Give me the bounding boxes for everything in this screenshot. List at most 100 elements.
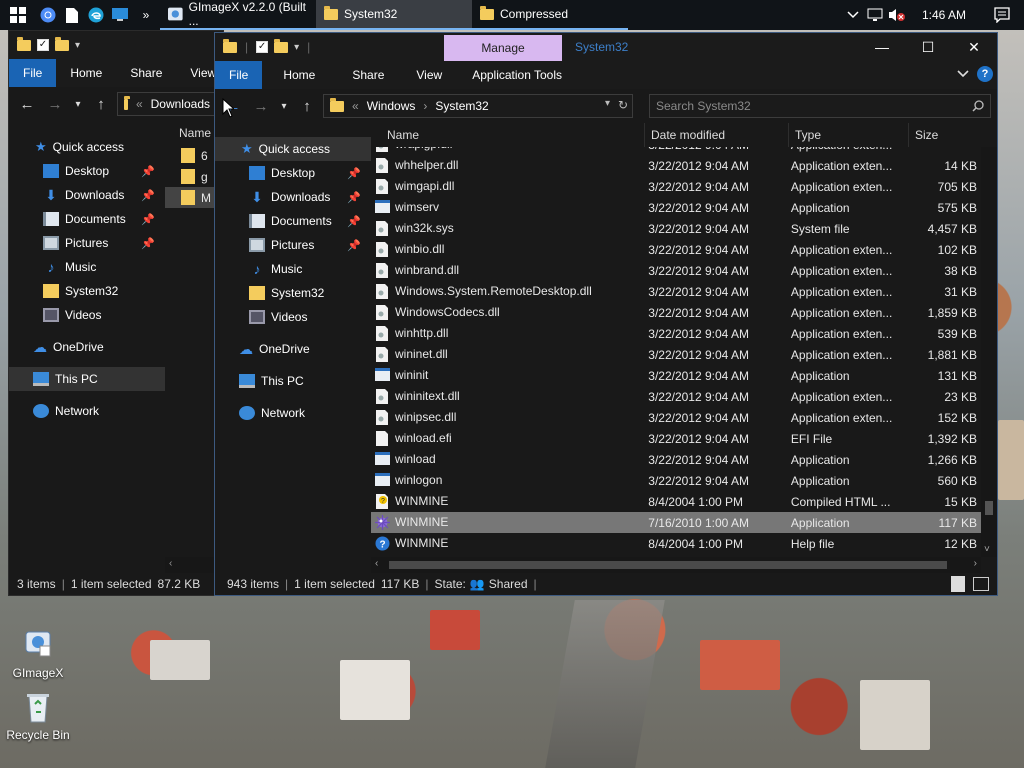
nav-quick-access[interactable]: ★ Quick access — [215, 137, 371, 161]
nav-item-videos[interactable]: Videos — [215, 305, 371, 329]
column-header-name[interactable]: Name — [371, 123, 645, 147]
back-arrow-icon[interactable]: ← — [15, 96, 39, 113]
chrome-taskbar-button[interactable] — [36, 0, 60, 30]
nav-item-desktop[interactable]: Desktop 📌 — [9, 159, 165, 183]
tab-share[interactable]: Share — [116, 59, 176, 87]
table-row[interactable]: WindowsCodecs.dll 3/22/2012 9:04 AM Applic… — [371, 302, 981, 323]
nav-quick-access[interactable]: ★ Quick access — [9, 135, 165, 159]
desktop-icon-recycle-bin[interactable]: Recycle Bin — [2, 690, 74, 742]
nav-item-videos[interactable]: Videos — [9, 303, 165, 327]
tab-manage[interactable]: Manage — [444, 35, 562, 61]
explorer-window-system32[interactable]: | ✓ ▾ | Manage System32 — ☐ ✕ File Home … — [214, 32, 998, 596]
show-hidden-icons-chevron-icon[interactable] — [842, 0, 864, 30]
table-row[interactable]: wininitext.dll 3/22/2012 9:04 AM Applicati… — [371, 386, 981, 407]
nav-onedrive[interactable]: ☁ OneDrive — [9, 335, 165, 359]
nav-this-pc[interactable]: This PC — [215, 369, 371, 393]
table-row[interactable]: wimgapi.dll 3/22/2012 9:04 AM Application … — [371, 176, 981, 197]
column-header-date[interactable]: Date modified — [645, 123, 789, 147]
title-bar[interactable]: ✓ ▾ — [9, 31, 223, 59]
edge-taskbar-button[interactable] — [84, 0, 108, 30]
tab-home[interactable]: Home — [262, 61, 336, 89]
taskbar-task-compressed[interactable]: Compressed — [472, 0, 628, 30]
table-row[interactable]: wimserv 3/22/2012 9:04 AM Application 575 K… — [371, 197, 981, 218]
scroll-right-icon[interactable]: › — [974, 558, 977, 569]
tab-application-tools[interactable]: Application Tools — [458, 61, 576, 89]
action-center-button[interactable] — [980, 0, 1024, 30]
nav-item-pictures[interactable]: Pictures 📌 — [9, 231, 165, 255]
start-button[interactable] — [0, 0, 36, 30]
maximize-button[interactable]: ☐ — [905, 33, 951, 61]
address-bar[interactable]: « Downloads — [117, 92, 217, 116]
table-row[interactable]: winbio.dll 3/22/2012 9:04 AM Application e… — [371, 239, 981, 260]
minimize-button[interactable]: — — [859, 33, 905, 61]
up-arrow-icon[interactable]: ↑ — [295, 98, 319, 115]
nav-onedrive[interactable]: ☁ OneDrive — [215, 337, 371, 361]
up-arrow-icon[interactable]: ↑ — [89, 96, 113, 113]
nav-item-pictures[interactable]: Pictures 📌 — [215, 233, 371, 257]
tab-home[interactable]: Home — [56, 59, 116, 87]
properties-icon[interactable]: ✓ — [37, 39, 49, 51]
new-folder-icon[interactable] — [55, 36, 69, 51]
recent-locations-chevron-icon[interactable]: ▾ — [277, 101, 291, 112]
scroll-left-icon[interactable]: ‹ — [375, 558, 378, 569]
table-row[interactable]: Windows.System.RemoteDesktop.dll 3/22/201… — [371, 281, 981, 302]
close-button[interactable]: ✕ — [951, 33, 997, 61]
nav-item-documents[interactable]: Documents 📌 — [215, 209, 371, 233]
scroll-down-icon[interactable]: ˅ — [984, 544, 990, 555]
explorer-window-downloads[interactable]: ✓ ▾ File Home Share View ← → ▾ ↑ « Downl… — [8, 30, 224, 596]
address-bar[interactable]: « Windows › System32 ▾ ↻ — [323, 94, 633, 118]
breadcrumb-system32[interactable]: System32 — [435, 99, 488, 113]
tab-view[interactable]: View — [400, 61, 458, 89]
nav-item-system32[interactable]: System32 — [9, 279, 165, 303]
table-row[interactable]: wininit 3/22/2012 9:04 AM Application 131 K… — [371, 365, 981, 386]
nav-item-downloads[interactable]: ⬇ Downloads 📌 — [215, 185, 371, 209]
nav-this-pc[interactable]: This PC — [9, 367, 165, 391]
taskbar-clock[interactable]: 1:46 AM — [908, 8, 980, 22]
overflow-chevron-icon[interactable]: » — [132, 0, 160, 30]
file-taskbar-button[interactable] — [60, 0, 84, 30]
breadcrumb-downloads[interactable]: Downloads — [151, 97, 210, 111]
table-row[interactable]: wininet.dll 3/22/2012 9:04 AM Application … — [371, 344, 981, 365]
large-icons-view-icon[interactable] — [973, 577, 989, 591]
nav-item-system32[interactable]: System32 — [215, 281, 371, 305]
horizontal-scroll-thumb[interactable] — [389, 561, 947, 569]
nav-item-documents[interactable]: Documents 📌 — [9, 207, 165, 231]
table-row[interactable]: winipsec.dll 3/22/2012 9:04 AM Application… — [371, 407, 981, 428]
recent-locations-chevron-icon[interactable]: ▾ — [71, 99, 85, 110]
table-row[interactable]: WINMINE 7/16/2010 1:00 AM Application 117 K… — [371, 512, 981, 533]
nav-network[interactable]: Network — [215, 401, 371, 425]
scroll-thumb[interactable] — [985, 501, 993, 515]
tab-file[interactable]: File — [9, 59, 57, 87]
taskbar-task-gimagex[interactable]: GImageX v2.2.0 (Built ... — [160, 0, 316, 30]
network-icon[interactable] — [864, 0, 886, 30]
nav-item-music[interactable]: ♪ Music — [9, 255, 165, 279]
search-input[interactable]: Search System32 — [649, 94, 991, 118]
table-row[interactable]: whhelper.dll 3/22/2012 9:04 AM Application… — [371, 155, 981, 176]
vertical-scrollbar[interactable]: ˄ ˅ — [981, 123, 997, 557]
nav-network[interactable]: Network — [9, 399, 165, 423]
table-row[interactable]: winhttp.dll 3/22/2012 9:04 AM Application … — [371, 323, 981, 344]
desktop-icon-gimagex[interactable]: GImageX — [2, 628, 74, 680]
customize-toolbar-icon[interactable]: ▾ — [294, 42, 299, 53]
scroll-left-icon[interactable]: ‹ — [169, 558, 172, 569]
column-header-size[interactable]: Size — [909, 123, 979, 147]
tab-share[interactable]: Share — [336, 61, 400, 89]
properties-icon[interactable]: ✓ — [256, 41, 269, 53]
column-header-type[interactable]: Type — [789, 123, 909, 147]
new-folder-icon[interactable] — [274, 38, 289, 53]
tab-file[interactable]: File — [215, 61, 263, 89]
table-row[interactable]: winbrand.dll 3/22/2012 9:04 AM Application… — [371, 260, 981, 281]
forward-arrow-icon[interactable]: → — [249, 98, 273, 115]
title-bar[interactable]: | ✓ ▾ | Manage System32 — ☐ ✕ — [215, 33, 997, 61]
forward-arrow-icon[interactable]: → — [43, 96, 67, 113]
table-row[interactable]: ? WINMINE 8/4/2004 1:00 PM Help file 12 KB — [371, 533, 981, 554]
expand-ribbon-chevron-icon[interactable] — [957, 70, 969, 78]
details-view-icon[interactable] — [951, 576, 965, 592]
table-row[interactable]: winlogon 3/22/2012 9:04 AM Application 560 … — [371, 470, 981, 491]
volume-muted-icon[interactable] — [886, 0, 908, 30]
refresh-icon[interactable]: ↻ — [618, 98, 628, 112]
breadcrumb-windows[interactable]: Windows — [367, 99, 416, 113]
taskbar-task-system32[interactable]: System32 — [316, 0, 472, 30]
monitor-taskbar-button[interactable] — [108, 0, 132, 30]
table-row[interactable]: winload.efi 3/22/2012 9:04 AM EFI File 1,39… — [371, 428, 981, 449]
